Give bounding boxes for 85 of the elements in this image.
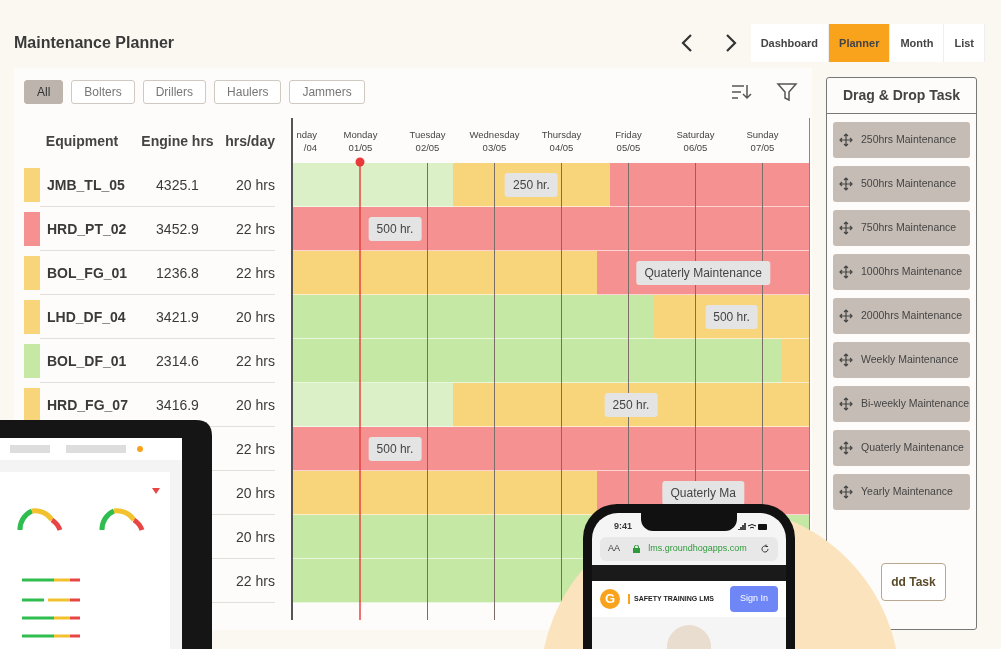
panel-title: Drag & Drop Task [842, 86, 961, 105]
task-item[interactable]: 750hrs Maintenance [833, 210, 970, 246]
url-text[interactable]: lms.groundhogapps.com [648, 542, 747, 556]
move-icon [839, 177, 853, 191]
table-cell-text: 22 hrs [235, 351, 275, 371]
task-item[interactable]: 1000hrs Maintenance [833, 254, 970, 290]
add-task-button[interactable]: dd Task [881, 563, 946, 601]
filter-chip[interactable]: Bolters [71, 80, 135, 104]
task-item[interactable]: 2000hrs Maintenance [833, 298, 970, 334]
text-size-button[interactable]: AA [608, 542, 620, 556]
column-header: Equipment [44, 132, 120, 151]
task-label[interactable]: 250 hr. [505, 173, 558, 197]
day-label: Thursday [540, 128, 583, 141]
table-cell-text: 3421.9 [155, 307, 200, 327]
table-cell-text: 22 hrs [235, 571, 275, 591]
move-icon [839, 485, 853, 499]
day-label: Wednesday [468, 128, 521, 141]
sign-in-button[interactable]: Sign In [729, 586, 778, 612]
task-item[interactable]: Weekly Maintenance [833, 342, 970, 378]
move-icon [839, 441, 853, 455]
date-label: 01/05 [347, 141, 374, 154]
move-icon [839, 309, 853, 323]
equipment-name: LHD_DF_04 [46, 307, 127, 327]
table-cell-text: 22 hrs [235, 219, 275, 239]
date-label: 07/05 [749, 141, 776, 154]
phone-time: 9:41 [614, 520, 632, 534]
task-label[interactable]: 500 hr. [368, 437, 422, 461]
table-cell-text: 1236.8 [155, 263, 200, 283]
move-icon [839, 397, 853, 411]
day-label: Tuesday [408, 128, 447, 141]
table-cell-text: 20 hrs [235, 175, 275, 195]
equipment-name: JMB_TL_05 [46, 175, 126, 195]
task-item[interactable]: Quaterly Maintenance [833, 430, 970, 466]
table-cell-text: 3452.9 [155, 219, 200, 239]
date-label: 06/05 [682, 141, 709, 154]
day-label: Sunday [745, 128, 780, 141]
table-cell-text: 20 hrs [235, 527, 275, 547]
table-cell-text: 22 hrs [235, 439, 275, 459]
move-icon [839, 133, 853, 147]
view-tab[interactable]: Planner [829, 24, 891, 62]
task-item[interactable]: 500hrs Maintenance [833, 166, 970, 202]
lock-icon [633, 545, 641, 553]
date-label: 03/05 [481, 141, 508, 154]
table-cell-text: 20 hrs [235, 307, 275, 327]
task-item[interactable]: Bi-weekly Maintenance [833, 386, 970, 422]
table-cell-text: 4325.1 [155, 175, 200, 195]
task-label[interactable]: 500 hr. [368, 217, 422, 241]
filter-chip[interactable]: All [24, 80, 64, 104]
task-item[interactable]: 250hrs Maintenance [833, 122, 970, 158]
filter-icon[interactable] [776, 81, 798, 103]
move-icon [839, 265, 853, 279]
status-icons-icon [738, 523, 768, 531]
table-cell-text: 20 hrs [235, 483, 275, 503]
column-header: Engine hrs [140, 132, 215, 151]
day-label: Saturday [675, 128, 716, 141]
date-label: 02/05 [414, 141, 441, 154]
day-label: Friday [614, 128, 643, 141]
brand-logo: G [600, 589, 620, 609]
page-title: Maintenance Planner [14, 33, 175, 53]
equipment-name: HRD_PT_02 [46, 219, 128, 239]
day-label: Monday [342, 128, 379, 141]
table-cell-text: 22 hrs [235, 263, 275, 283]
equipment-name: HRD_FG_07 [46, 395, 129, 415]
equipment-name: BOL_FG_01 [46, 263, 129, 283]
date-label: /04 [302, 141, 317, 154]
table-cell-text: 2314.6 [155, 351, 200, 371]
sort-icon[interactable] [730, 82, 752, 102]
filter-chip[interactable]: Haulers [214, 80, 282, 104]
move-icon [839, 353, 853, 367]
table-cell-text: 20 hrs [235, 395, 275, 415]
column-header: hrs/day [224, 132, 275, 151]
table-cell-text: 3416.9 [155, 395, 200, 415]
task-label[interactable]: Quaterly Maintenance [636, 261, 770, 285]
move-icon [839, 221, 853, 235]
task-item[interactable]: Yearly Maintenance [833, 474, 970, 510]
task-label[interactable]: Quaterly Ma [662, 481, 744, 505]
filter-chip[interactable]: Drillers [142, 80, 207, 104]
date-label: 04/05 [548, 141, 575, 154]
task-label[interactable]: 500 hr. [705, 305, 758, 329]
task-label[interactable]: 250 hr. [604, 393, 658, 417]
equipment-name: BOL_DF_01 [46, 351, 128, 371]
day-label: nday [295, 128, 317, 141]
filter-chip[interactable]: Jammers [289, 80, 365, 104]
reload-icon[interactable] [760, 544, 770, 554]
date-label: 05/05 [615, 141, 642, 154]
